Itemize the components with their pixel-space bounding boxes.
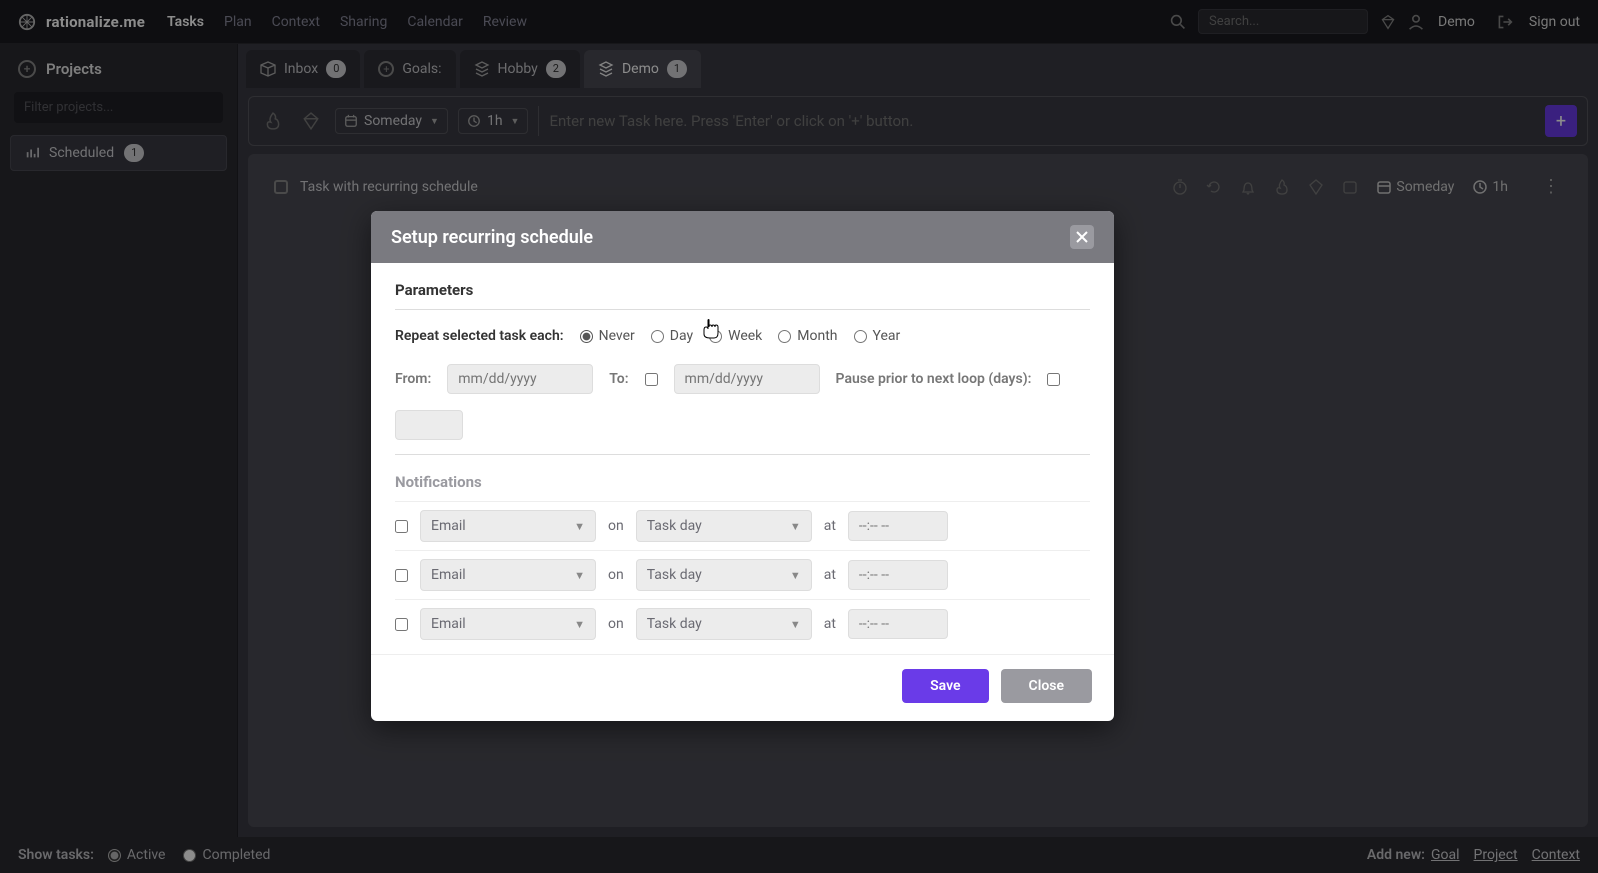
chevron-down-icon: ▼ bbox=[790, 569, 801, 582]
on-label: on bbox=[608, 518, 624, 534]
chevron-down-icon: ▼ bbox=[574, 569, 585, 582]
repeat-month[interactable]: Month bbox=[778, 328, 837, 344]
repeat-never[interactable]: Never bbox=[580, 328, 635, 344]
from-date-input[interactable] bbox=[447, 364, 593, 394]
notification-row-1: Email▼ on Task day▼ at bbox=[395, 501, 1090, 550]
at-label: at bbox=[824, 616, 836, 632]
recurring-schedule-modal: Setup recurring schedule Parameters Repe… bbox=[371, 211, 1114, 721]
notif-time-input-2[interactable] bbox=[848, 560, 948, 590]
parameters-title: Parameters bbox=[395, 277, 1090, 309]
pause-label: Pause prior to next loop (days): bbox=[836, 371, 1032, 387]
close-button[interactable]: Close bbox=[1001, 669, 1092, 703]
repeat-year[interactable]: Year bbox=[854, 328, 901, 344]
notif-day-select-3[interactable]: Task day▼ bbox=[636, 608, 812, 640]
pause-enable-checkbox[interactable] bbox=[1047, 373, 1060, 386]
pause-days-input[interactable] bbox=[395, 410, 463, 440]
modal-header: Setup recurring schedule bbox=[371, 211, 1114, 263]
chevron-down-icon: ▼ bbox=[790, 618, 801, 631]
chevron-down-icon: ▼ bbox=[790, 520, 801, 533]
modal-body: Parameters Repeat selected task each: Ne… bbox=[371, 263, 1114, 654]
chevron-down-icon: ▼ bbox=[574, 520, 585, 533]
notif-time-input-1[interactable] bbox=[848, 511, 948, 541]
chevron-down-icon: ▼ bbox=[574, 618, 585, 631]
save-button[interactable]: Save bbox=[902, 669, 988, 703]
notifications-title: Notifications bbox=[395, 467, 1090, 501]
on-label: on bbox=[608, 567, 624, 583]
notif-method-select-1[interactable]: Email▼ bbox=[420, 510, 596, 542]
notif-enable-2[interactable] bbox=[395, 569, 408, 582]
repeat-week[interactable]: Week bbox=[709, 328, 762, 344]
repeat-label: Repeat selected task each: bbox=[395, 328, 564, 344]
notif-time-input-3[interactable] bbox=[848, 609, 948, 639]
notification-row-3: Email▼ on Task day▼ at bbox=[395, 599, 1090, 648]
notif-method-select-2[interactable]: Email▼ bbox=[420, 559, 596, 591]
modal-footer: Save Close bbox=[371, 654, 1114, 721]
to-enable-checkbox[interactable] bbox=[645, 373, 658, 386]
notif-method-select-3[interactable]: Email▼ bbox=[420, 608, 596, 640]
notif-enable-1[interactable] bbox=[395, 520, 408, 533]
close-icon[interactable] bbox=[1070, 225, 1094, 249]
modal-title: Setup recurring schedule bbox=[391, 227, 593, 248]
to-date-input[interactable] bbox=[674, 364, 820, 394]
range-row: From: To: Pause prior to next loop (days… bbox=[395, 358, 1090, 454]
from-label: From: bbox=[395, 371, 431, 387]
to-label: To: bbox=[609, 371, 628, 387]
notification-row-2: Email▼ on Task day▼ at bbox=[395, 550, 1090, 599]
repeat-day[interactable]: Day bbox=[651, 328, 693, 344]
notif-day-select-2[interactable]: Task day▼ bbox=[636, 559, 812, 591]
at-label: at bbox=[824, 518, 836, 534]
at-label: at bbox=[824, 567, 836, 583]
notif-enable-3[interactable] bbox=[395, 618, 408, 631]
on-label: on bbox=[608, 616, 624, 632]
repeat-row: Repeat selected task each: Never Day Wee… bbox=[395, 322, 1090, 358]
notif-day-select-1[interactable]: Task day▼ bbox=[636, 510, 812, 542]
